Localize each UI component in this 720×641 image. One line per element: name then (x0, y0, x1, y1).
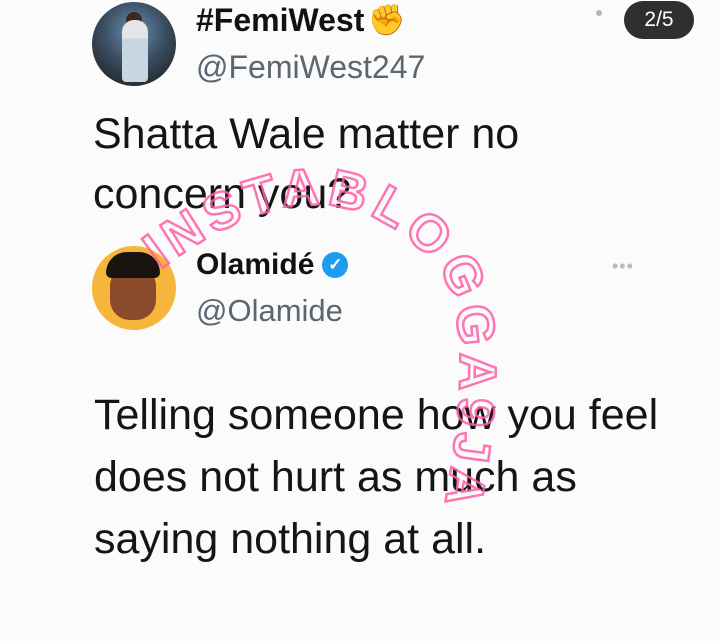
carousel-dot-indicator (596, 10, 602, 16)
author-handle[interactable]: @FemiWest247 (196, 49, 425, 86)
author-display-name[interactable]: #FemiWest ✊ (196, 2, 406, 39)
quoted-author-handle[interactable]: @Olamide (196, 293, 343, 329)
tweet-text: Shatta Wale matter no concern you? (93, 110, 520, 218)
quoted-author-name-text: Olamidé (196, 248, 315, 281)
more-options-icon[interactable]: ••• (612, 256, 634, 277)
quoted-author-avatar[interactable] (92, 246, 176, 330)
quoted-author-display-name[interactable]: Olamidé ✓ (196, 248, 349, 282)
avatar-hair (106, 252, 160, 278)
raised-fist-emoji-icon: ✊ (368, 3, 406, 37)
carousel-page-badge: 2/5 (624, 1, 694, 39)
avatar-figure (122, 20, 148, 82)
author-avatar[interactable] (92, 2, 176, 86)
author-name-text: #FemiWest (196, 2, 365, 38)
verified-badge-icon: ✓ (322, 252, 349, 278)
quoted-tweet-text: Telling someone how you feel does not hu… (94, 391, 659, 563)
